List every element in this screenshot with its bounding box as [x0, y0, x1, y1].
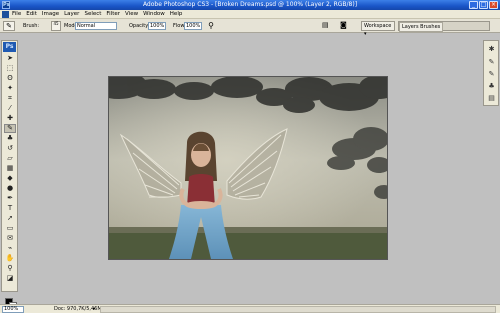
panel-dock: ✱ ✎ ✎ ♣ ▤: [483, 40, 499, 106]
title-bar: Ps Adobe Photoshop CS3 - [Broken Dreams.…: [0, 0, 500, 10]
workspace-button[interactable]: Workspace ▾: [361, 21, 395, 37]
menu-file[interactable]: File: [12, 11, 21, 18]
menu-items: File Edit Image Layer Select Filter View…: [12, 11, 182, 18]
wall-base: [109, 227, 387, 233]
menu-image[interactable]: Image: [42, 11, 59, 18]
slice-tool-icon[interactable]: ⁄: [4, 104, 16, 113]
airbrush-icon[interactable]: ⚲: [206, 21, 216, 31]
layer-comps-panel-icon[interactable]: ▤: [486, 93, 497, 103]
clone-source-panel-icon[interactable]: ♣: [486, 81, 497, 91]
menu-edit[interactable]: Edit: [26, 11, 37, 18]
shape-tool-icon[interactable]: ▭: [4, 224, 16, 233]
document-icon[interactable]: [2, 11, 9, 18]
brush-size: 45: [53, 21, 59, 26]
healing-brush-tool-icon[interactable]: ✚: [4, 114, 16, 123]
window-title: Adobe Photoshop CS3 - [Broken Dreams.psd…: [142, 1, 358, 8]
grass: [109, 229, 387, 259]
close-button[interactable]: ×: [489, 1, 498, 9]
menu-window[interactable]: Window: [143, 11, 165, 18]
file-browser-icon[interactable]: ▤: [322, 21, 329, 31]
document-canvas[interactable]: [108, 76, 388, 260]
workspace-label: Workspace: [364, 23, 392, 29]
menu-layer[interactable]: Layer: [64, 11, 79, 18]
zoom-field[interactable]: 100%: [2, 306, 24, 313]
clone-stamp-tool-icon[interactable]: ♣: [4, 134, 16, 143]
zoom-tool-icon[interactable]: ⚲: [4, 264, 16, 273]
minimize-button[interactable]: _: [469, 1, 478, 9]
horizontal-scrollbar[interactable]: [100, 306, 496, 313]
palette-well-tabs[interactable]: Layers Brushes: [399, 22, 444, 32]
brushes-panel-icon[interactable]: ✎: [486, 57, 497, 67]
tool-presets-panel-icon[interactable]: ✎: [486, 69, 497, 79]
eyedropper-tool-icon[interactable]: ⌁: [4, 244, 16, 253]
flow-field[interactable]: 100%: [184, 22, 202, 30]
photoshop-window: Ps Adobe Photoshop CS3 - [Broken Dreams.…: [0, 0, 500, 313]
menu-view[interactable]: View: [125, 11, 138, 18]
status-bar: 100% Doc: 970,7K/5,46M ▸: [0, 304, 500, 313]
window-controls: _ □ ×: [469, 1, 498, 9]
history-brush-tool-icon[interactable]: ↺: [4, 144, 16, 153]
opacity-label: Opacity:: [129, 23, 150, 29]
hand-tool-icon[interactable]: ✋: [4, 254, 16, 263]
gradient-tool-icon[interactable]: ▦: [4, 164, 16, 173]
menu-filter[interactable]: Filter: [106, 11, 120, 18]
menu-help[interactable]: Help: [170, 11, 183, 18]
status-menu-arrow-icon[interactable]: ▸: [93, 305, 96, 313]
maximize-button[interactable]: □: [479, 1, 488, 9]
brush-picker[interactable]: 45: [51, 21, 61, 31]
menu-select[interactable]: Select: [84, 11, 101, 18]
brush-tool-icon[interactable]: ✎: [4, 124, 16, 133]
tab-layers[interactable]: Layers: [402, 24, 419, 30]
options-bar: ✎ Brush: 45 Mode: Normal Opacity: 100% F…: [0, 19, 500, 37]
tool-preset-picker-icon[interactable]: ✎: [3, 21, 15, 31]
lasso-tool-icon[interactable]: ʘ: [4, 74, 16, 83]
move-tool-icon[interactable]: ➤: [4, 54, 16, 63]
default-colors-icon[interactable]: ◪: [4, 274, 16, 283]
notes-tool-icon[interactable]: ✉: [4, 234, 16, 243]
navigator-panel-icon[interactable]: ✱: [486, 44, 497, 54]
toolbox: Ps ➤ ⬚ ʘ ✦ ⌗ ⁄ ✚ ✎ ♣ ↺ ▱ ▦ ◆ ● ✒ T ➚ ▭ ✉…: [1, 40, 18, 310]
magic-wand-tool-icon[interactable]: ✦: [4, 84, 16, 93]
brush-label: Brush:: [23, 23, 40, 29]
canvas-artwork: [109, 77, 387, 259]
dodge-tool-icon[interactable]: ●: [4, 184, 16, 193]
marquee-tool-icon[interactable]: ⬚: [4, 64, 16, 73]
mode-select[interactable]: Normal: [75, 22, 117, 30]
photoshop-logo: Ps: [3, 42, 16, 52]
type-tool-icon[interactable]: T: [4, 204, 16, 213]
opacity-field[interactable]: 100%: [148, 22, 166, 30]
menu-bar: File Edit Image Layer Select Filter View…: [0, 10, 500, 19]
crop-tool-icon[interactable]: ⌗: [4, 94, 16, 103]
pen-tool-icon[interactable]: ✒: [4, 194, 16, 203]
tab-brushes[interactable]: Brushes: [420, 24, 440, 30]
eraser-tool-icon[interactable]: ▱: [4, 154, 16, 163]
blur-tool-icon[interactable]: ◆: [4, 174, 16, 183]
camera-icon[interactable]: ◙: [340, 21, 347, 31]
path-selection-tool-icon[interactable]: ➚: [4, 214, 16, 223]
